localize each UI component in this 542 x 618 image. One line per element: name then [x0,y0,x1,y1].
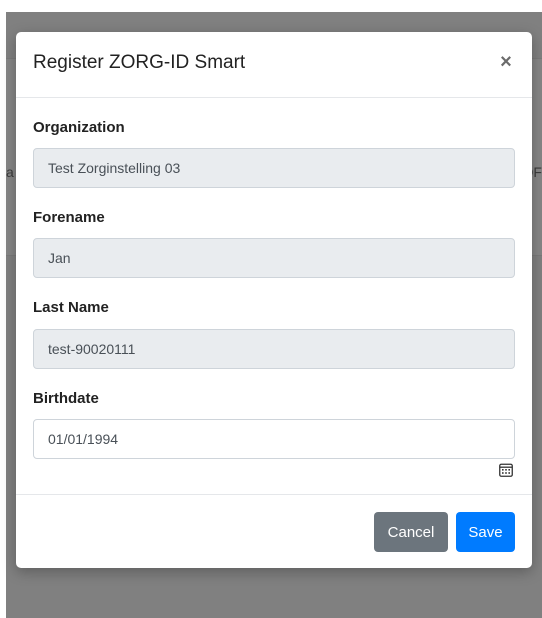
forename-field[interactable] [33,238,515,278]
register-modal: Register ZORG-ID Smart × Organization Fo… [16,32,532,568]
last-name-field[interactable] [33,329,515,369]
organization-label: Organization [33,119,125,136]
modal-footer: Cancel Save [16,494,532,568]
save-button[interactable]: Save [456,512,515,552]
organization-field[interactable] [33,148,515,188]
background-text-left: a [6,164,14,180]
birthdate-field[interactable] [33,419,515,459]
forename-label: Forename [33,209,105,226]
calendar-icon[interactable] [499,463,513,477]
modal-title: Register ZORG-ID Smart [33,52,246,73]
cancel-button[interactable]: Cancel [374,512,448,552]
close-button[interactable]: × [496,52,516,72]
birthdate-label: Birthdate [33,390,99,407]
modal-body: Organization Forename Last Name Birthdat… [16,98,532,494]
last-name-label: Last Name [33,299,109,316]
modal-header: Register ZORG-ID Smart × [16,32,532,98]
